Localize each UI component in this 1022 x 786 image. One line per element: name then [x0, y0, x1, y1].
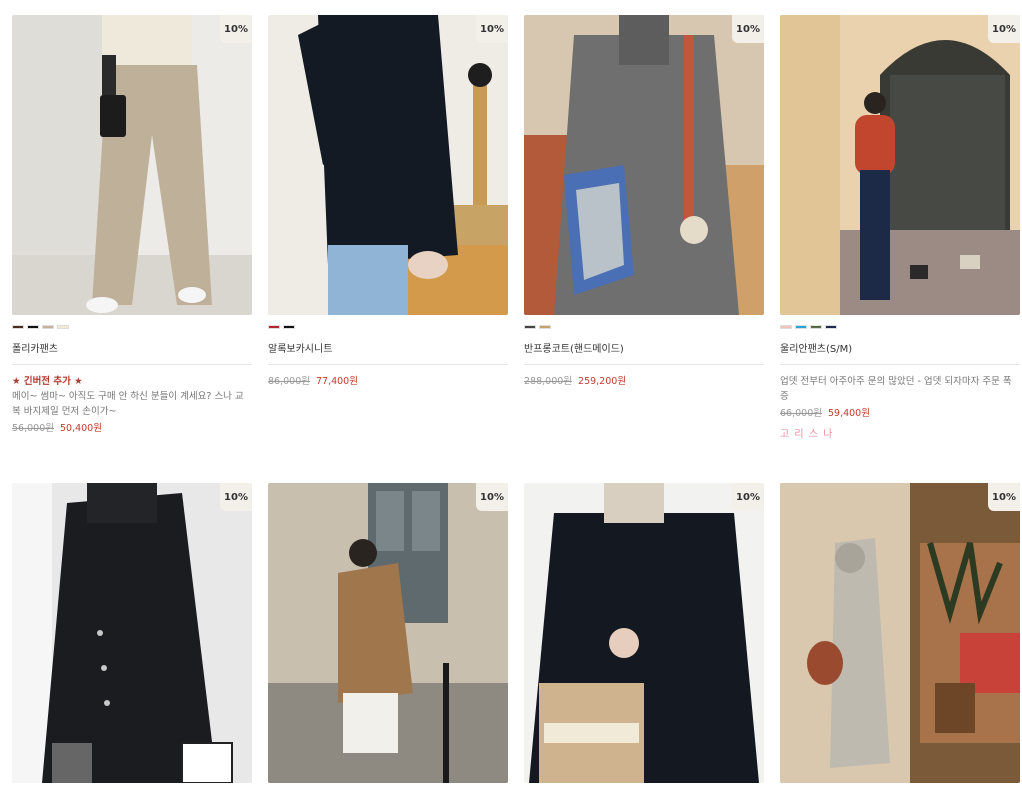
discount-badge: 10% [476, 15, 508, 43]
discount-badge: 10% [476, 483, 508, 511]
swatch[interactable] [12, 325, 24, 329]
color-swatches [524, 325, 764, 330]
price-row: 86,000원 77,400원 [268, 374, 508, 389]
price-row: 56,000원 50,400원 [12, 421, 252, 436]
product-card-2[interactable]: 10% 알록보카시니트 86,000원 77,400원 [268, 15, 508, 389]
product-card-6[interactable]: 10% [268, 483, 508, 783]
swatch[interactable] [539, 325, 551, 329]
original-price: 86,000원 [268, 376, 310, 387]
product-card-3[interactable]: 10% 반프롱코트(핸드메이드) 288,000원 259,200원 [524, 15, 764, 389]
swatch[interactable] [810, 325, 822, 329]
sale-price: 59,400원 [827, 408, 870, 419]
product-image-7[interactable]: 10% [524, 483, 764, 783]
product-card-7[interactable]: 10% [524, 483, 764, 783]
product-image-6[interactable]: 10% [268, 483, 508, 783]
swatch[interactable] [42, 325, 54, 329]
swatch[interactable] [825, 325, 837, 329]
swatch[interactable] [283, 325, 295, 329]
original-price: 66,000원 [780, 408, 822, 419]
product-image-2[interactable]: 10% [268, 15, 508, 315]
product-card-1[interactable]: 10% 폴리카팬츠 ★ 긴버전 추가 ★ 메이~ 썸마~ 아직도 구매 안 하신… [12, 15, 252, 436]
swatch[interactable] [27, 325, 39, 329]
sale-price: 50,400원 [59, 423, 102, 434]
product-card-8[interactable]: 10% [780, 483, 1020, 783]
original-price: 56,000원 [12, 423, 54, 434]
product-description: 메이~ 썸마~ 아직도 구매 안 하신 분들이 계세요? 스나 교복 바지제일 … [12, 391, 244, 417]
product-name[interactable]: 울리안팬츠(S/M) [780, 340, 1020, 365]
product-tag: ★ 긴버전 추가 ★ [12, 376, 83, 387]
swatch[interactable] [795, 325, 807, 329]
product-image-5[interactable]: 10% [12, 483, 252, 783]
price-row: 288,000원 259,200원 [524, 374, 764, 389]
discount-badge: 10% [988, 483, 1020, 511]
swatch[interactable] [57, 325, 69, 329]
original-price: 288,000원 [524, 376, 573, 387]
sale-price: 259,200원 [578, 376, 627, 387]
product-name[interactable]: 폴리카팬츠 [12, 340, 252, 365]
product-name[interactable]: 반프롱코트(핸드메이드) [524, 340, 764, 365]
discount-badge: 10% [732, 483, 764, 511]
swatch[interactable] [268, 325, 280, 329]
product-image-1[interactable]: 10% [12, 15, 252, 315]
color-swatches [780, 325, 1020, 330]
discount-badge: 10% [220, 483, 252, 511]
product-card-5[interactable]: 10% [12, 483, 252, 783]
discount-badge: 10% [220, 15, 252, 43]
discount-badge: 10% [988, 15, 1020, 43]
product-image-8[interactable]: 10% [780, 483, 1020, 783]
product-image-3[interactable]: 10% [524, 15, 764, 315]
product-image-4[interactable]: 10% [780, 15, 1020, 315]
product-name[interactable]: 알록보카시니트 [268, 340, 508, 365]
sale-price: 77,400원 [315, 376, 358, 387]
product-card-4[interactable]: 10% 울리안팬츠(S/M) 업뎃 전부터 아주아주 문의 많았던 - 업뎃 되… [780, 15, 1020, 442]
swatch[interactable] [524, 325, 536, 329]
discount-badge: 10% [732, 15, 764, 43]
color-swatches [12, 325, 252, 330]
swatch[interactable] [780, 325, 792, 329]
product-description: 업뎃 전부터 아주아주 문의 많았던 - 업뎃 되자마자 주문 폭증 [780, 376, 1012, 402]
price-row: 66,000원 59,400원 [780, 406, 1020, 421]
brand-label: 고 리 스 나 [780, 429, 834, 440]
color-swatches [268, 325, 508, 330]
